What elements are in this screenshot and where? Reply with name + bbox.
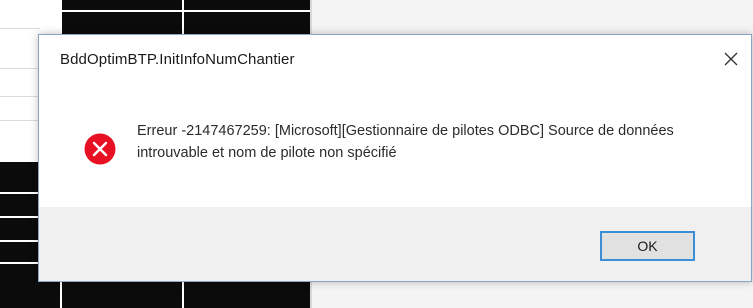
background-cell-divider [182,282,184,308]
error-dialog: BddOptimBTP.InitInfoNumChantier Erreur -… [38,34,752,282]
error-message: Erreur -2147467259: [Microsoft][Gestionn… [137,123,674,161]
background-cell-divider [0,240,40,242]
background-grid-line [0,28,40,29]
background-cell-divider [60,282,62,308]
background-grid-line [0,120,40,121]
error-icon [84,133,116,165]
dialog-title: BddOptimBTP.InitInfoNumChantier [60,51,295,68]
dialog-content: Erreur -2147467259: [Microsoft][Gestionn… [39,83,751,207]
background-cell-divider [62,10,310,12]
ok-button-label: OK [637,238,658,254]
dialog-title-bar[interactable]: BddOptimBTP.InitInfoNumChantier [39,35,751,83]
close-icon [724,52,738,66]
background-grid-line [0,96,40,97]
dialog-footer: OK [39,207,751,281]
background-black-cells [0,282,310,308]
close-button[interactable] [711,41,751,77]
ok-button[interactable]: OK [600,231,695,261]
background-grid-line [0,68,40,69]
background-cell-divider [0,262,40,264]
background-cell-divider [0,192,40,194]
background-cell-divider [0,216,40,218]
